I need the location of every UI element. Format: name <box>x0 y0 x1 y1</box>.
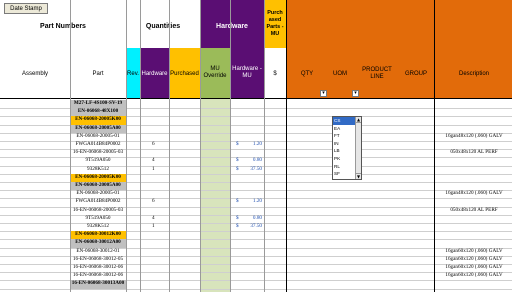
uom-option[interactable]: RL <box>333 163 356 171</box>
part-cell[interactable]: EN-06068-20005A00 <box>70 124 126 133</box>
hardware-mu-price[interactable]: 37.50 <box>246 166 262 173</box>
part-cell[interactable]: EN-06068-48X100 <box>70 108 126 117</box>
rev-header: Rev. <box>127 71 139 77</box>
hardware-mu-dollar: $ <box>236 165 239 172</box>
header-divider <box>0 98 512 99</box>
uom-dropdown-list[interactable]: CS EA FT IN LB PK RL SF ▲ ▼ <box>332 116 362 180</box>
part-cell[interactable]: 16-EN-06068-20005-03 <box>70 149 126 157</box>
hardware-mu-price[interactable]: 0.80 <box>246 157 262 164</box>
date-stamp-button[interactable]: Date Stamp <box>4 3 48 14</box>
hardware-mu-price[interactable]: 1.20 <box>246 141 262 148</box>
description-cell[interactable]: 050x48x120 AL PERF <box>437 149 511 156</box>
part-numbers-header: Part Numbers <box>40 22 86 30</box>
description-cell[interactable]: 16gan60x120 (.060) GALV <box>437 272 511 279</box>
description-cell[interactable]: 16gan60x120 (.060) GALV <box>437 248 511 255</box>
part-header: Part <box>92 71 104 77</box>
uom-option[interactable]: PK <box>333 155 356 163</box>
mu-override-header: MU Override <box>203 66 227 79</box>
hardware-qty-cell[interactable]: 1 <box>152 166 155 173</box>
part-cell[interactable]: M27-LF-4S100-SV-19 <box>70 100 126 109</box>
description-cell[interactable]: 16gan48x120 (.060) GALV <box>437 190 511 197</box>
purchased-header: Purchased <box>170 71 199 77</box>
hardware-qty-cell[interactable]: 1 <box>152 223 155 230</box>
hardware-qty-cell[interactable]: 6 <box>152 141 155 148</box>
uom-option[interactable]: CS <box>333 117 356 125</box>
uom-option[interactable]: IN <box>333 140 356 148</box>
part-cell[interactable]: EN-06068-20005K00 <box>70 116 126 125</box>
part-cell[interactable]: EN-06068-30012K00 <box>70 231 126 240</box>
hardware-mu-price[interactable]: 1.20 <box>246 198 262 205</box>
part-cell[interactable]: EN-06068-20005A00 <box>70 182 126 191</box>
part-cell[interactable]: 16-EN-06068-20005-03 <box>70 207 126 215</box>
part-cell[interactable]: 9T519A050 <box>70 215 126 223</box>
uom-header: UOM <box>333 71 347 77</box>
product-line-header: PRODUCT LINE <box>362 67 392 80</box>
uom-option[interactable]: LB <box>333 147 356 155</box>
hardware-group-header: Hardware <box>216 22 248 30</box>
hardware-mu-price[interactable]: 0.80 <box>246 215 262 222</box>
assembly-header: Assembly <box>21 71 48 77</box>
group-header: GROUP <box>404 71 427 77</box>
uom-option[interactable]: EA <box>333 125 356 133</box>
hardware-mu-dollar: $ <box>236 157 239 164</box>
part-cell[interactable]: EN-06068-20005K00 <box>70 173 126 182</box>
dropdown-scrollbar[interactable]: ▲ ▼ <box>355 117 361 179</box>
part-cell[interactable]: EN-06068-20005-01 <box>70 133 126 141</box>
part-cell[interactable]: 9T519A050 <box>70 157 126 165</box>
quantities-header: Quantities <box>145 22 181 30</box>
hardware-mu-dollar: $ <box>236 141 239 147</box>
description-cell[interactable]: 16gan48x120 (.060) GALV <box>437 133 511 140</box>
scroll-up-icon[interactable]: ▲ <box>356 117 361 123</box>
qty-header: QTY <box>300 71 314 77</box>
hardware-qty-cell[interactable]: 6 <box>152 198 155 205</box>
part-cell[interactable]: 16-EN-06068-30012-06 <box>70 264 126 272</box>
hardware-header: Hardware <box>141 71 168 77</box>
uom-option[interactable]: SF <box>333 170 356 178</box>
part-cell[interactable]: FWGA014B84P0002 <box>70 198 126 206</box>
part-cell[interactable]: FWGA014B84P0002 <box>70 141 126 149</box>
dollar-header: $ <box>273 71 277 77</box>
description-header: Description <box>458 71 489 77</box>
purch-parts-mu-header: Purch ased Parts - MU <box>266 10 284 37</box>
part-cell[interactable]: EN-06068-20005-01 <box>70 190 126 198</box>
row-gridline <box>0 288 512 290</box>
filter-dropdown-arrow-icon[interactable]: ▾ <box>320 90 327 97</box>
mu-override-column <box>200 98 230 292</box>
description-cell[interactable]: 050x48x120 AL PERF <box>437 207 511 214</box>
hardware-mu-dollar: $ <box>236 198 239 205</box>
spreadsheet: Date Stamp Part Numbers Quantities Hardw… <box>0 0 512 292</box>
part-cell[interactable]: 9328K512 <box>70 166 126 174</box>
part-cell[interactable]: 16-EN-06068-30013A00 <box>70 280 126 289</box>
filter-dropdown-arrow-icon[interactable]: ▾ <box>352 90 359 97</box>
part-cell[interactable]: 9328K512 <box>70 223 126 231</box>
hardware-mu-price[interactable]: 37.50 <box>246 223 262 230</box>
scroll-down-icon[interactable]: ▼ <box>356 173 361 179</box>
hardware-mu-dollar: $ <box>236 214 239 221</box>
part-cell[interactable]: 16-EN-06068-30012-06 <box>70 272 126 280</box>
part-cell[interactable]: EN-06068-30012-01 <box>70 248 126 256</box>
description-cell[interactable]: 16gan60x120 (.060) GALV <box>437 264 511 271</box>
hardware-qty-cell[interactable]: 4 <box>152 215 155 222</box>
part-cell[interactable]: 16-EN-06068-30012-05 <box>70 256 126 264</box>
part-cell[interactable]: EN-06068-30012A00 <box>70 239 126 248</box>
hardware-qty-cell[interactable]: 4 <box>152 157 155 164</box>
hardware-mu-header: Hardware - MU <box>232 66 262 79</box>
description-cell[interactable]: 16gan60x120 (.060) GALV <box>437 256 511 263</box>
hardware-mu-dollar: $ <box>236 223 239 229</box>
uom-option[interactable]: FT <box>333 132 356 140</box>
